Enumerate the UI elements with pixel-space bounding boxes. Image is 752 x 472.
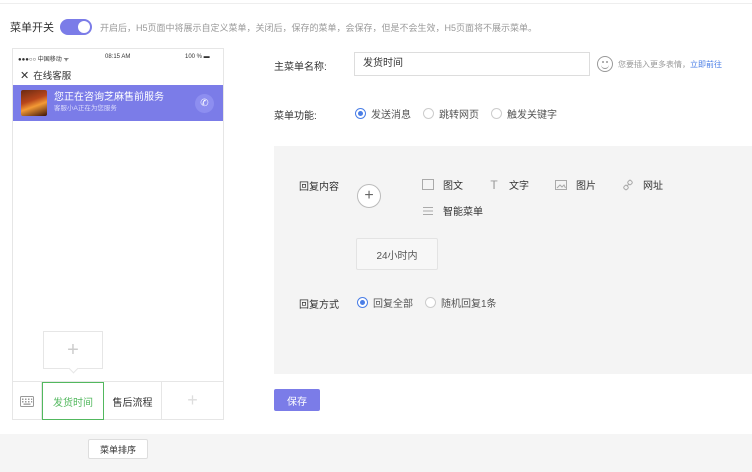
radio-indicator (491, 108, 502, 119)
content-type-image[interactable]: 图片 (555, 177, 596, 192)
reply-content-label: 回复内容 (299, 182, 339, 193)
radio-indicator (355, 108, 366, 119)
smart-menu-icon (422, 205, 434, 216)
option-label: 随机回复1条 (441, 299, 497, 310)
menu-item-after-sales[interactable]: 售后流程 (104, 382, 162, 420)
content-type-label: 图片 (576, 181, 596, 192)
reply-mode-label: 回复方式 (299, 300, 339, 311)
menu-toggle-switch[interactable] (60, 19, 92, 35)
option-label: 回复全部 (373, 299, 413, 310)
emoji-icon[interactable] (597, 56, 613, 72)
banner-subtitle: 客服小A正在为您服务 (54, 105, 117, 112)
content-type-label: 文字 (509, 181, 529, 192)
menu-bar: 发货时间 售后流程 + (13, 381, 223, 420)
function-option-trigger-keyword[interactable]: 触发关键字 (491, 106, 557, 121)
keyboard-icon[interactable] (13, 382, 42, 420)
link-icon (622, 179, 634, 190)
phone-preview: ●●●○○ 中国移动 ᯤ 08:15 AM 100 % ▬ ✕ 在线客服 您正在… (12, 48, 224, 420)
radio-indicator (357, 297, 368, 308)
rich-text-icon (422, 179, 434, 190)
top-divider (0, 0, 752, 4)
menu-function-label: 菜单功能: (274, 111, 317, 122)
menu-item-shipping-time[interactable]: 发货时间 (42, 382, 104, 420)
emoji-hint: 您要插入更多表情，立即前往 (618, 59, 722, 70)
content-type-text[interactable]: T 文字 (488, 177, 529, 193)
status-time: 08:15 AM (105, 54, 131, 60)
content-type-smart-menu[interactable]: 智能菜单 (422, 203, 483, 218)
option-label: 发送消息 (371, 110, 411, 121)
chat-title: 在线客服 (33, 71, 72, 82)
reply-item-chip[interactable]: 24小时内 (356, 238, 438, 270)
menu-name-input[interactable]: 发货时间 (354, 52, 590, 76)
reply-mode-options: 回复全部 随机回复1条 (357, 295, 509, 310)
radio-indicator (423, 108, 434, 119)
content-type-url[interactable]: 网址 (622, 177, 663, 192)
emoji-hint-text: 您要插入更多表情， (618, 60, 690, 69)
status-carrier: ●●●○○ 中国移动 ᯤ (18, 57, 69, 63)
phone-call-icon[interactable]: ✆ (195, 94, 214, 113)
content-type-label: 图文 (443, 181, 463, 192)
save-button[interactable]: 保存 (274, 389, 320, 411)
radio-indicator (425, 297, 436, 308)
banner-title: 您正在咨询芝麻售前服务 (54, 92, 164, 103)
content-type-label: 网址 (643, 181, 663, 192)
banner-thumbnail (21, 90, 47, 116)
close-icon[interactable]: ✕ (20, 69, 29, 82)
menu-sort-button[interactable]: 菜单排序 (88, 439, 148, 459)
go-now-link[interactable]: 立即前往 (690, 60, 722, 69)
menu-function-options: 发送消息 跳转网页 触发关键字 (355, 106, 569, 121)
image-icon (555, 179, 567, 190)
function-option-open-webpage[interactable]: 跳转网页 (423, 106, 479, 121)
menu-toggle-description: 开启后，H5页面中将展示自定义菜单，关闭后，保存的菜单，会保存，但是不会生效，H… (100, 22, 538, 33)
option-label: 触发关键字 (507, 110, 557, 121)
menu-toggle-row: 菜单开关 开启后，H5页面中将展示自定义菜单，关闭后，保存的菜单，会保存，但是不… (10, 18, 537, 36)
add-menu-button[interactable]: + (162, 382, 223, 419)
menu-toggle-label: 菜单开关 (10, 22, 54, 34)
reply-mode-random[interactable]: 随机回复1条 (425, 295, 497, 310)
status-battery: 100 % ▬ (185, 54, 210, 60)
content-type-rich-text[interactable]: 图文 (422, 177, 463, 192)
add-submenu-button[interactable]: + (43, 331, 103, 374)
chat-title-bar: ✕ 在线客服 (13, 65, 223, 85)
reply-mode-all[interactable]: 回复全部 (357, 295, 413, 310)
toggle-knob (78, 21, 90, 33)
add-reply-button[interactable]: + (357, 184, 381, 208)
status-bar: ●●●○○ 中国移动 ᯤ 08:15 AM 100 % ▬ (13, 49, 223, 65)
service-banner: 您正在咨询芝麻售前服务 客服小A正在为您服务 ✆ (13, 85, 223, 121)
option-label: 跳转网页 (439, 110, 479, 121)
function-option-send-message[interactable]: 发送消息 (355, 106, 411, 121)
menu-name-label: 主菜单名称: (274, 62, 327, 73)
text-icon: T (490, 177, 498, 192)
content-type-label: 智能菜单 (443, 207, 483, 218)
